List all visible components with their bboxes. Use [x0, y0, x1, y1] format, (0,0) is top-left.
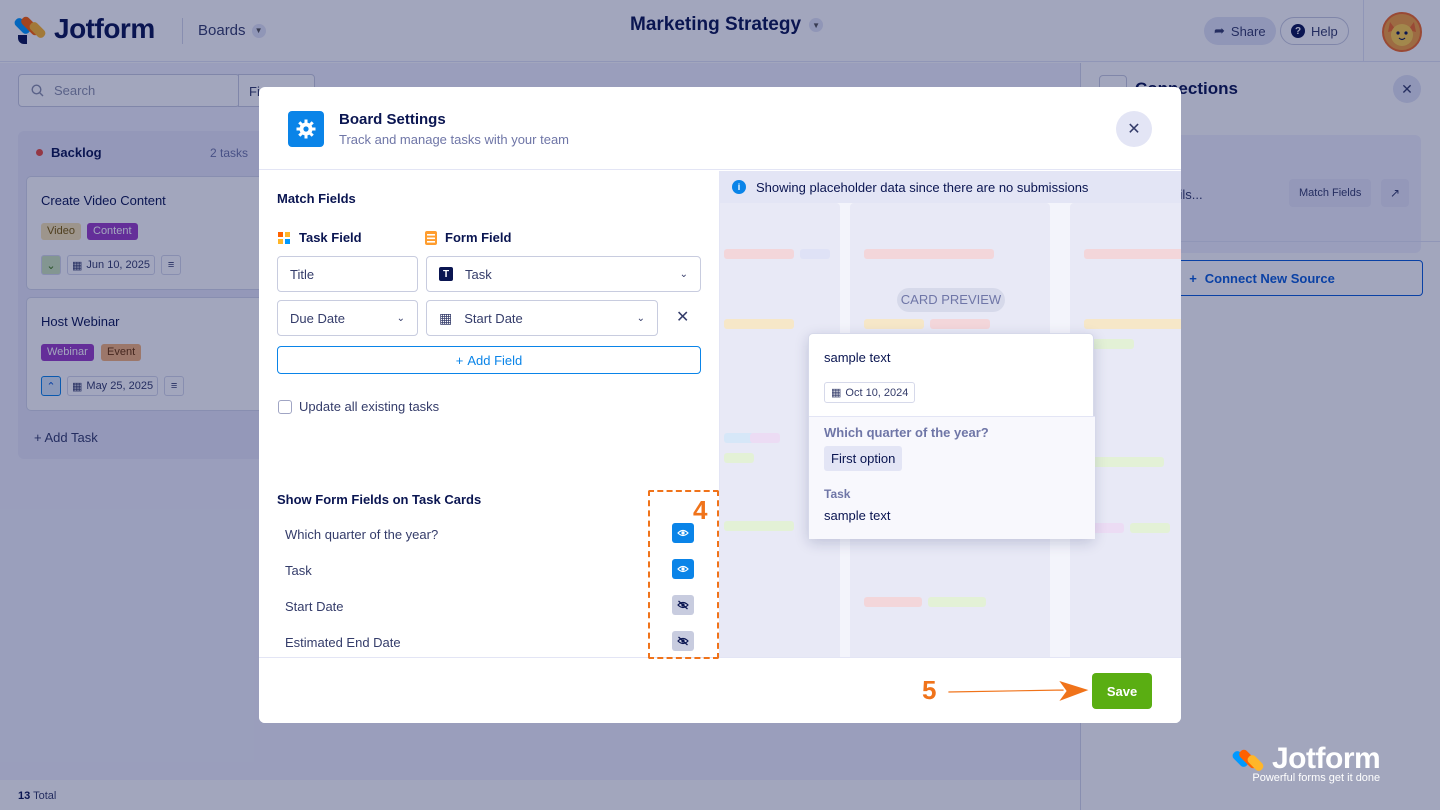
- task-field-value: Title: [290, 266, 315, 282]
- show-field-label: Which quarter of the year?: [285, 527, 439, 542]
- update-existing-checkbox[interactable]: [278, 400, 292, 414]
- task-field-label: Task Field: [299, 230, 362, 245]
- form-field-value: Task: [465, 266, 492, 282]
- show-field-label: Task: [285, 563, 312, 578]
- modal-subtitle: Track and manage tasks with your team: [339, 132, 570, 147]
- card-preview-pane: i Showing placeholder data since there a…: [719, 171, 1181, 657]
- watermark-brand: Jotform: [1272, 742, 1381, 775]
- board-settings-modal: Board Settings Track and manage tasks wi…: [259, 87, 1181, 723]
- arrow-icon: [947, 679, 1092, 704]
- banner-text: Showing placeholder data since there are…: [756, 179, 1089, 195]
- form-field-header: Form Field: [425, 230, 511, 245]
- task-field-due-date-select[interactable]: Due Date ⌄: [277, 300, 418, 336]
- chevron-down-icon: ⌄: [636, 312, 645, 324]
- placeholder-banner: i Showing placeholder data since there a…: [720, 171, 1181, 203]
- task-field-value: Due Date: [290, 310, 345, 326]
- preview-task-card: sample text ▦ Oct 10, 2024 Which quarter…: [808, 333, 1095, 539]
- show-field-label: Start Date: [285, 599, 344, 614]
- form-field-task-select[interactable]: T Task ⌄: [426, 256, 701, 292]
- card-preview-label: CARD PREVIEW: [897, 288, 1005, 312]
- preview-task-label: Task: [824, 487, 851, 501]
- show-fields-title: Show Form Fields on Task Cards: [277, 492, 482, 507]
- modal-title: Board Settings: [339, 111, 446, 128]
- task-field-title-input[interactable]: Title: [277, 256, 418, 292]
- task-field-header: Task Field: [277, 230, 362, 245]
- remove-mapping-icon[interactable]: ✕: [676, 307, 689, 327]
- save-button[interactable]: Save: [1092, 673, 1152, 709]
- update-existing-label: Update all existing tasks: [299, 399, 440, 414]
- calendar-icon: ▦: [831, 387, 842, 399]
- calendar-icon: ▦: [439, 309, 453, 326]
- info-icon: i: [732, 180, 746, 194]
- form-field-icon: [425, 230, 437, 245]
- form-field-start-date-select[interactable]: ▦ Start Date ⌄: [426, 300, 658, 336]
- preview-date-text: Oct 10, 2024: [845, 386, 909, 399]
- text-field-icon: T: [439, 267, 453, 281]
- plus-icon: +: [455, 352, 464, 368]
- show-field-label: Estimated End Date: [285, 635, 401, 650]
- highlight-box: [648, 490, 719, 659]
- watermark-tagline: Powerful forms get it done: [1252, 772, 1381, 784]
- preview-date: ▦ Oct 10, 2024: [824, 382, 916, 403]
- gear-icon: [288, 111, 324, 147]
- preview-title: sample text: [824, 350, 891, 365]
- step-number: 5: [922, 675, 937, 705]
- add-field-label: Add Field: [467, 352, 523, 368]
- chevron-down-icon: ⌄: [679, 268, 688, 280]
- match-fields-title: Match Fields: [277, 191, 356, 206]
- step-number: 4: [693, 495, 708, 525]
- preview-question: Which quarter of the year?: [824, 425, 989, 440]
- close-icon[interactable]: ✕: [1116, 111, 1152, 147]
- chevron-down-icon: ⌄: [396, 312, 405, 324]
- preview-option: First option: [824, 446, 903, 471]
- add-field-button[interactable]: + Add Field: [277, 346, 701, 374]
- form-field-value: Start Date: [464, 310, 523, 326]
- task-field-icon: [278, 231, 290, 244]
- preview-task-value: sample text: [824, 508, 891, 523]
- modal-header: Board Settings Track and manage tasks wi…: [259, 87, 1181, 170]
- watermark-logo-icon: [1230, 744, 1266, 778]
- form-field-label: Form Field: [445, 230, 512, 245]
